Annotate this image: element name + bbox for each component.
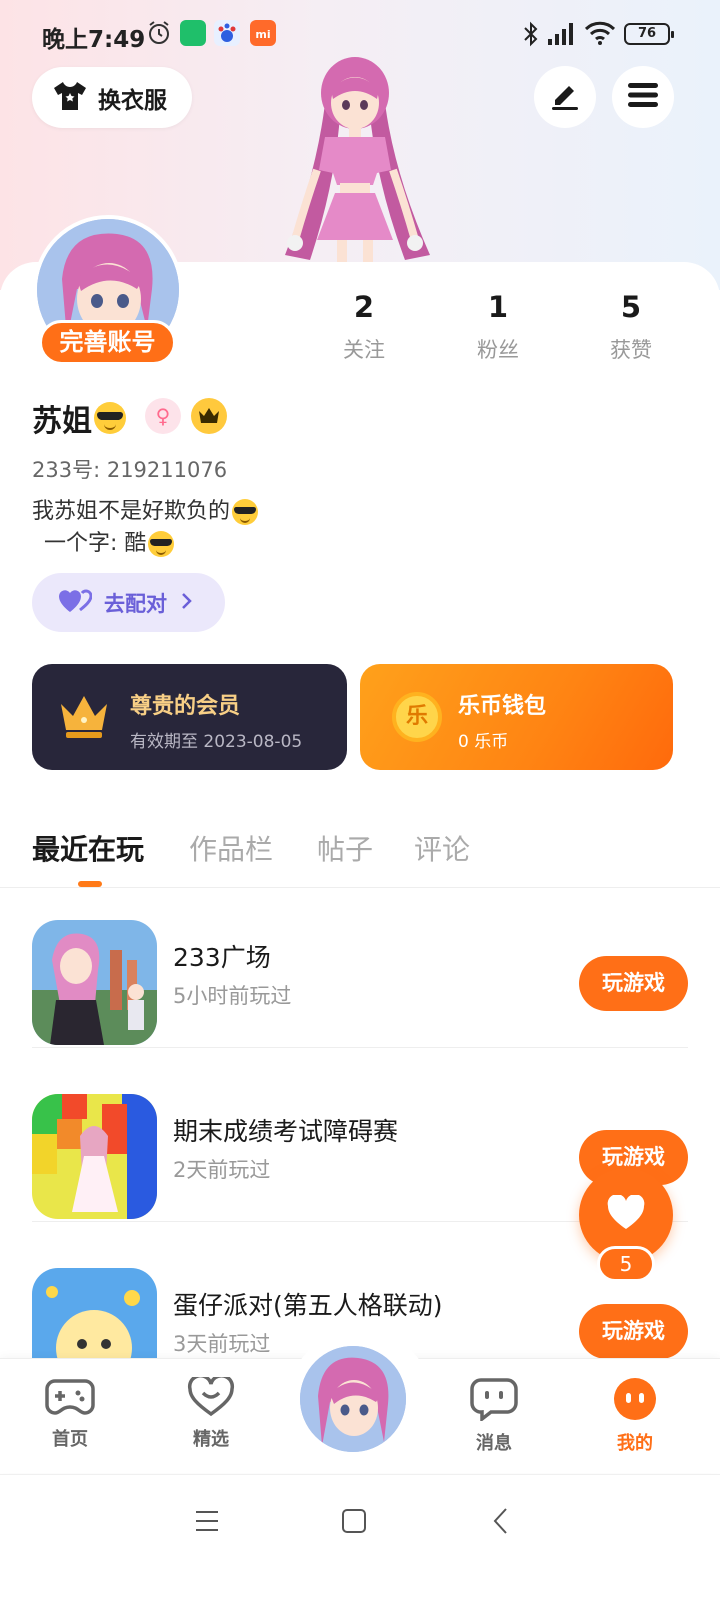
recent-apps-icon[interactable]: [195, 1508, 219, 1538]
last-played-time: 5小时前玩过: [173, 984, 292, 1008]
game-name: 蛋仔派对(第五人格联动): [173, 1291, 443, 1320]
home-square-icon[interactable]: [341, 1508, 367, 1538]
followers-label: 粉丝: [477, 338, 519, 362]
bio-line-2-text: 一个字: 酷: [44, 531, 147, 556]
go-match-label: 去配对: [104, 591, 167, 616]
membership-title: 尊贵的会员: [130, 694, 241, 719]
tab-comments[interactable]: 评论: [414, 828, 470, 868]
tab-posts[interactable]: 帖子: [317, 828, 373, 868]
play-game-button[interactable]: 玩游戏: [579, 956, 688, 1011]
wallet-title: 乐币钱包: [458, 694, 547, 719]
back-arrow-icon[interactable]: [492, 1507, 510, 1539]
baidu-icon: [214, 20, 240, 46]
nav-center-avatar[interactable]: [297, 1343, 409, 1455]
game-thumbnail: [32, 920, 157, 1045]
followers-count: 1: [487, 290, 509, 324]
game-name: 233广场: [173, 943, 271, 972]
stat-following[interactable]: 2 关注: [304, 290, 424, 364]
game-thumbnail: [32, 1094, 157, 1219]
mi-icon: mi: [250, 20, 276, 46]
hamburger-menu-icon: [627, 81, 659, 113]
likes-count: 5: [620, 290, 642, 324]
nav-messages-label: 消息: [476, 1433, 512, 1454]
status-time: 晚上7:49: [42, 27, 146, 53]
nav-featured-label: 精选: [193, 1429, 229, 1450]
following-label: 关注: [343, 338, 385, 362]
edit-profile-button[interactable]: [534, 66, 596, 128]
svg-text:mi: mi: [255, 28, 270, 41]
app-notification-icon: [180, 20, 206, 46]
last-played-time: 2天前玩过: [173, 1158, 271, 1182]
dress-up-button[interactable]: 换衣服: [32, 67, 192, 128]
game-thumbnail: [32, 1268, 157, 1358]
bio-line-2: 一个字: 酷: [32, 528, 258, 560]
stat-followers[interactable]: 1 粉丝: [438, 290, 558, 364]
menu-button[interactable]: [612, 66, 674, 128]
cool-sunglasses-emoji-icon: [94, 402, 126, 434]
cool-sunglasses-emoji-icon: [148, 531, 175, 557]
gold-crown-icon: [58, 692, 110, 744]
chat-icon: [469, 1378, 519, 1425]
bio-line-1-text: 我苏姐不是好欺负的: [32, 499, 231, 524]
likes-label: 获赞: [610, 338, 652, 362]
double-heart-icon: [58, 588, 93, 618]
avatar-character-figure[interactable]: [265, 55, 445, 270]
chevron-right-icon: [179, 592, 193, 614]
following-count: 2: [353, 290, 375, 324]
dress-up-label: 换衣服: [98, 87, 167, 114]
heart-icon: [606, 1194, 646, 1235]
gamepad-icon: [45, 1379, 95, 1421]
nav-me-label: 我的: [617, 1433, 653, 1454]
nav-home-label: 首页: [52, 1429, 88, 1450]
last-played-time: 3天前玩过: [173, 1332, 271, 1356]
nav-featured[interactable]: 精选: [171, 1374, 251, 1451]
le-coin-icon: 乐: [392, 692, 442, 742]
list-item[interactable]: 233广场 5小时前玩过 玩游戏: [32, 874, 688, 1048]
stat-likes[interactable]: 5 获赞: [571, 290, 691, 364]
complete-account-button[interactable]: 完善账号: [39, 320, 176, 365]
nav-me[interactable]: 我的: [595, 1377, 675, 1455]
game-name: 期末成绩考试障碍赛: [173, 1117, 399, 1146]
tab-recently-played[interactable]: 最近在玩: [32, 828, 144, 868]
membership-card[interactable]: 尊贵的会员 有效期至 2023-08-05: [32, 664, 347, 770]
profile-face-icon: [610, 1378, 660, 1425]
wifi-icon: [584, 20, 616, 50]
nav-home[interactable]: 首页: [30, 1377, 110, 1451]
like-count-badge: 5: [597, 1246, 655, 1282]
system-navigation-bar: [0, 1474, 720, 1600]
alarm-icon: [146, 20, 172, 46]
user-id: 233号: 219211076: [32, 458, 228, 482]
battery-indicator: 76: [624, 23, 674, 45]
wallet-card[interactable]: 乐 乐币钱包 0 乐币: [360, 664, 673, 770]
edit-pen-icon: [548, 78, 582, 116]
bio: 我苏姐不是好欺负的 一个字: 酷: [32, 496, 259, 560]
bio-line-1: 我苏姐不是好欺负的: [32, 496, 259, 528]
go-match-button[interactable]: 去配对: [32, 573, 225, 632]
tshirt-icon: [52, 80, 88, 116]
username-text: 苏姐: [32, 404, 92, 439]
female-gender-icon: ♀: [145, 398, 181, 434]
cool-sunglasses-emoji-icon: [232, 499, 259, 525]
play-game-button[interactable]: 玩游戏: [579, 1304, 688, 1358]
crown-badge-icon: [191, 398, 227, 434]
heart-outline-icon: [186, 1374, 236, 1421]
signal-icon: [547, 22, 577, 50]
membership-expiry: 有效期至 2023-08-05: [130, 732, 303, 752]
bluetooth-icon: [522, 21, 540, 51]
nav-messages[interactable]: 消息: [454, 1377, 534, 1455]
wallet-balance: 0 乐币: [458, 732, 509, 752]
tab-works[interactable]: 作品栏: [189, 828, 273, 868]
username: 苏姐: [32, 396, 126, 440]
